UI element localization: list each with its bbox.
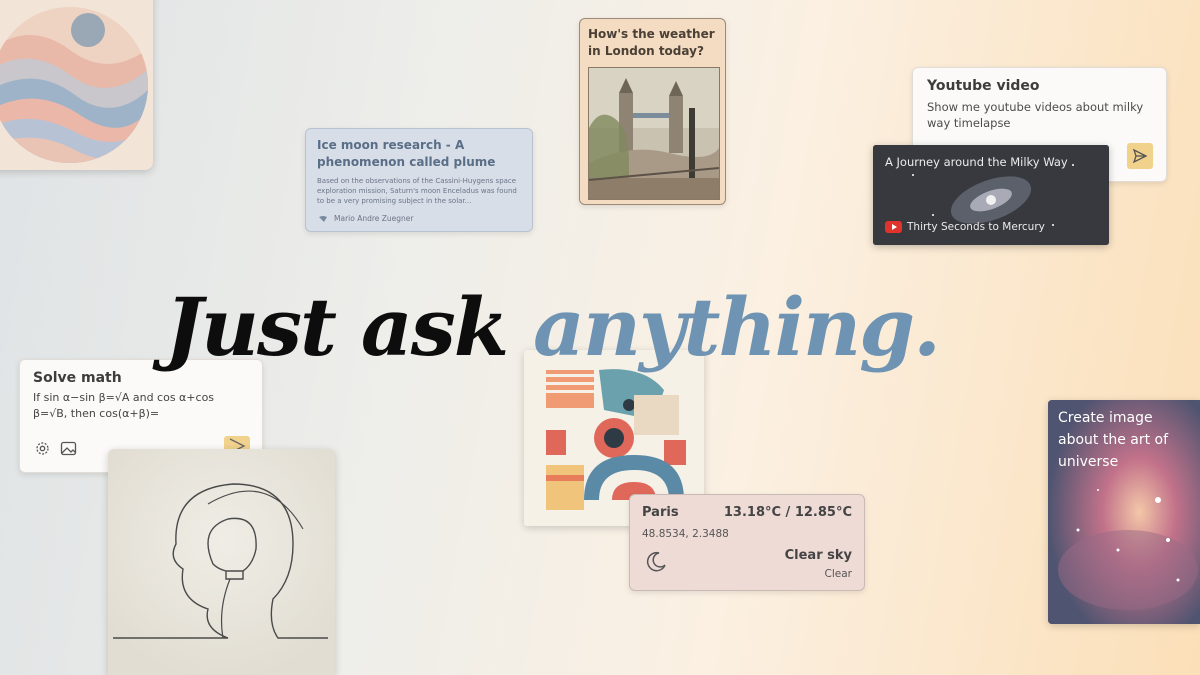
universe-prompt-text: Create image about the art of universe bbox=[1058, 410, 1169, 470]
moon-icon bbox=[646, 551, 666, 572]
send-button[interactable] bbox=[1127, 143, 1153, 169]
research-body: Based on the observations of the Cassini… bbox=[317, 177, 517, 205]
send-icon bbox=[1132, 148, 1148, 164]
image-icon[interactable] bbox=[60, 440, 77, 457]
weather-question: How's the weather in London today? bbox=[588, 27, 715, 58]
video-channel-name: Thirty Seconds to Mercury bbox=[907, 221, 1045, 233]
weather-condition: Clear sky bbox=[784, 548, 852, 563]
universe-image-card[interactable]: Create image about the art of universe bbox=[1048, 400, 1200, 624]
abstract-waves-image bbox=[0, 0, 153, 170]
research-card[interactable]: Ice moon research - A phenomenon called … bbox=[305, 128, 533, 232]
youtube-result-card[interactable]: A Journey around the Milky Way Thirty Se… bbox=[873, 145, 1109, 245]
weather-london-card[interactable]: How's the weather in London today? bbox=[579, 18, 726, 205]
research-author: Mario Andre Zuegner bbox=[318, 214, 414, 223]
headline-part-dark: Just ask bbox=[165, 280, 534, 374]
youtube-prompt-text: Show me youtube videos about milky way t… bbox=[927, 100, 1144, 130]
weather-condition-detail: Clear bbox=[824, 568, 852, 580]
weather-paris-card[interactable]: Paris 13.18°C / 12.85°C 48.8534, 2.3488 … bbox=[629, 494, 865, 591]
weather-temperature: 13.18°C / 12.85°C bbox=[723, 505, 852, 520]
video-channel: Thirty Seconds to Mercury bbox=[885, 221, 1045, 233]
video-title: A Journey around the Milky Way bbox=[885, 155, 1068, 169]
lightbulb-head-lineart-image bbox=[108, 449, 335, 675]
youtube-card-title: Youtube video bbox=[927, 78, 1040, 94]
weather-city: Paris bbox=[642, 505, 679, 520]
research-title: Ice moon research - A phenomenon called … bbox=[317, 138, 496, 169]
headline: Just ask anything. bbox=[165, 272, 1065, 382]
london-bridge-image bbox=[588, 67, 720, 200]
youtube-icon bbox=[885, 221, 902, 233]
math-problem-text: If sin α−sin β=√A and cos α+cos β=√B, th… bbox=[33, 391, 215, 420]
gear-icon[interactable] bbox=[34, 440, 51, 457]
author-logo-icon bbox=[319, 215, 327, 222]
headline-part-accent: anything. bbox=[533, 280, 941, 374]
weather-coordinates: 48.8534, 2.3488 bbox=[642, 528, 729, 540]
research-author-name: Mario Andre Zuegner bbox=[334, 214, 414, 223]
